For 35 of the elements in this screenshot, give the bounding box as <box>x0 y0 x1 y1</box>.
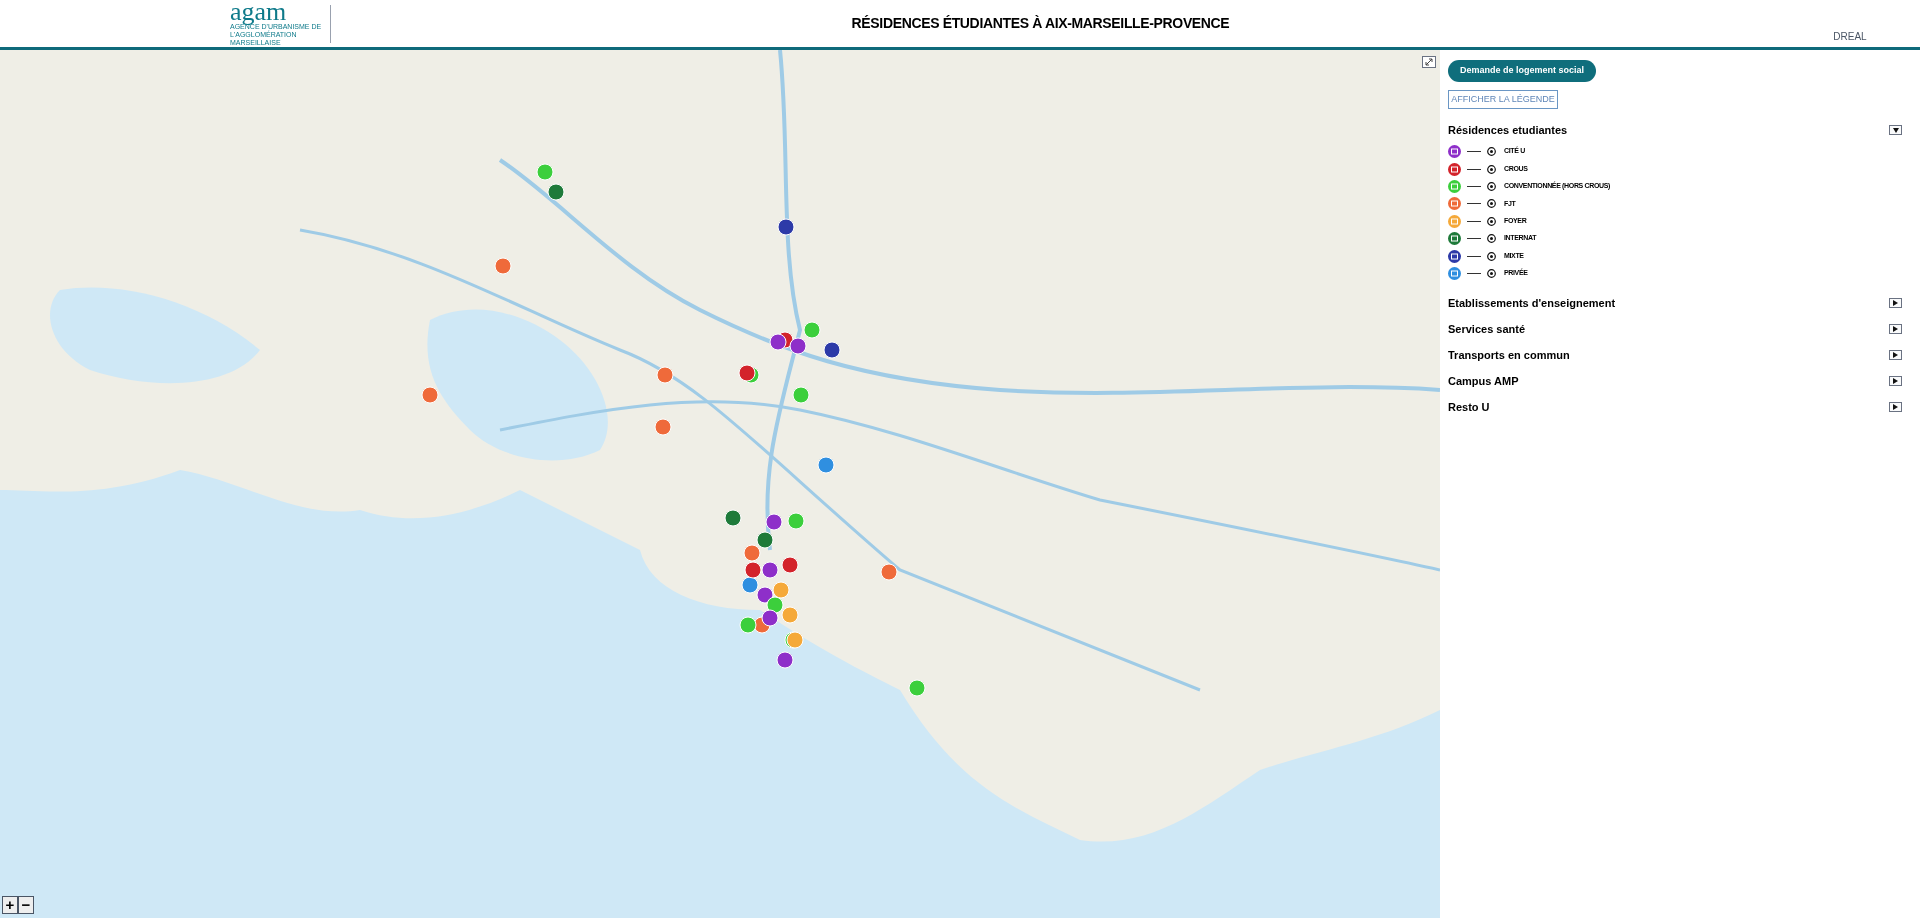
layer-title: Resto U <box>1448 399 1490 415</box>
connector-line <box>1467 255 1481 257</box>
connector-line <box>1467 203 1481 205</box>
layer-title: Services santé <box>1448 321 1526 337</box>
connector-line <box>1467 272 1481 274</box>
layer-toggle[interactable] <box>1889 376 1902 387</box>
layer-toggle[interactable] <box>1889 402 1902 413</box>
social-housing-button[interactable]: Demande de logement social <box>1448 60 1597 82</box>
connector-line <box>1467 238 1481 240</box>
connector-line <box>1467 220 1481 222</box>
connector-line <box>1467 151 1481 153</box>
layer-title: Etablissements d'enseignement <box>1448 295 1616 311</box>
layer-toggle[interactable] <box>1889 350 1902 361</box>
caret-right-icon <box>1893 404 1898 411</box>
page-title: RÉSIDENCES ÉTUDIANTES À AIX-MARSEILLE-PROVENCE <box>851 14 1230 33</box>
layer-toggle[interactable] <box>1889 298 1902 309</box>
layer-title: Transports en commun <box>1448 347 1570 363</box>
caret-right-icon <box>1893 378 1898 385</box>
layer-toggle[interactable] <box>1889 324 1902 335</box>
logo-text: agam <box>230 0 287 23</box>
fullscreen-button[interactable] <box>1422 56 1436 68</box>
connector-line <box>1467 168 1481 170</box>
caret-right-icon <box>1893 300 1898 307</box>
show-legend-button[interactable]: AFFICHER LA LÉGENDE <box>1448 90 1558 109</box>
layer-toggle[interactable] <box>1889 125 1902 135</box>
caret-right-icon <box>1893 352 1898 359</box>
zoom-out-button[interactable]: − <box>18 896 34 914</box>
expand-icon <box>1425 58 1433 66</box>
layer-title: Campus AMP <box>1448 373 1519 389</box>
zoom-in-button[interactable]: + <box>2 896 18 914</box>
connector-line <box>1467 185 1481 187</box>
layer-title: Résidences etudiantes <box>1448 122 1568 138</box>
caret-down-icon <box>1892 127 1899 133</box>
caret-right-icon <box>1893 326 1898 333</box>
partner-logo: DREAL <box>1833 29 1867 44</box>
